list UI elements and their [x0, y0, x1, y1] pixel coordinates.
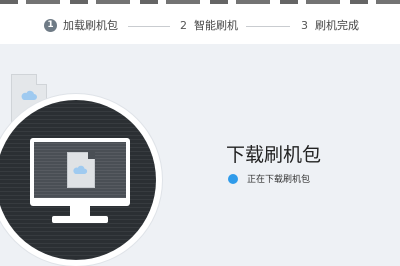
monitor-stand-neck: [70, 206, 90, 216]
step-load-package: 1 加载刷机包: [44, 17, 118, 33]
step-3-label: 刷机完成: [315, 19, 359, 32]
monitor-icon: [30, 138, 130, 206]
status-dot-icon: [228, 174, 238, 184]
step-connector-2: [246, 26, 290, 27]
step-connector-1: [128, 26, 170, 27]
step-smart-flash: 2 智能刷机: [180, 17, 238, 33]
step-flash-complete: 3 刷机完成: [301, 17, 359, 33]
step-1-label: 加载刷机包: [63, 19, 118, 32]
step-1-indicator: 1: [44, 18, 57, 32]
monitor-screen: [34, 142, 126, 198]
monitor-stand-base: [52, 216, 108, 223]
download-panel: 下载刷机包 正在下载刷机包: [0, 44, 400, 266]
cloud-document-icon: [67, 152, 95, 188]
step-2-number: 2: [180, 18, 187, 32]
step-2-label: 智能刷机: [194, 19, 238, 32]
step-progress-bar: 1 加载刷机包 2 智能刷机 3 刷机完成: [0, 4, 400, 44]
page-title: 下载刷机包: [226, 144, 322, 166]
download-status-text: 正在下载刷机包: [247, 175, 311, 185]
step-3-number: 3: [301, 18, 308, 32]
